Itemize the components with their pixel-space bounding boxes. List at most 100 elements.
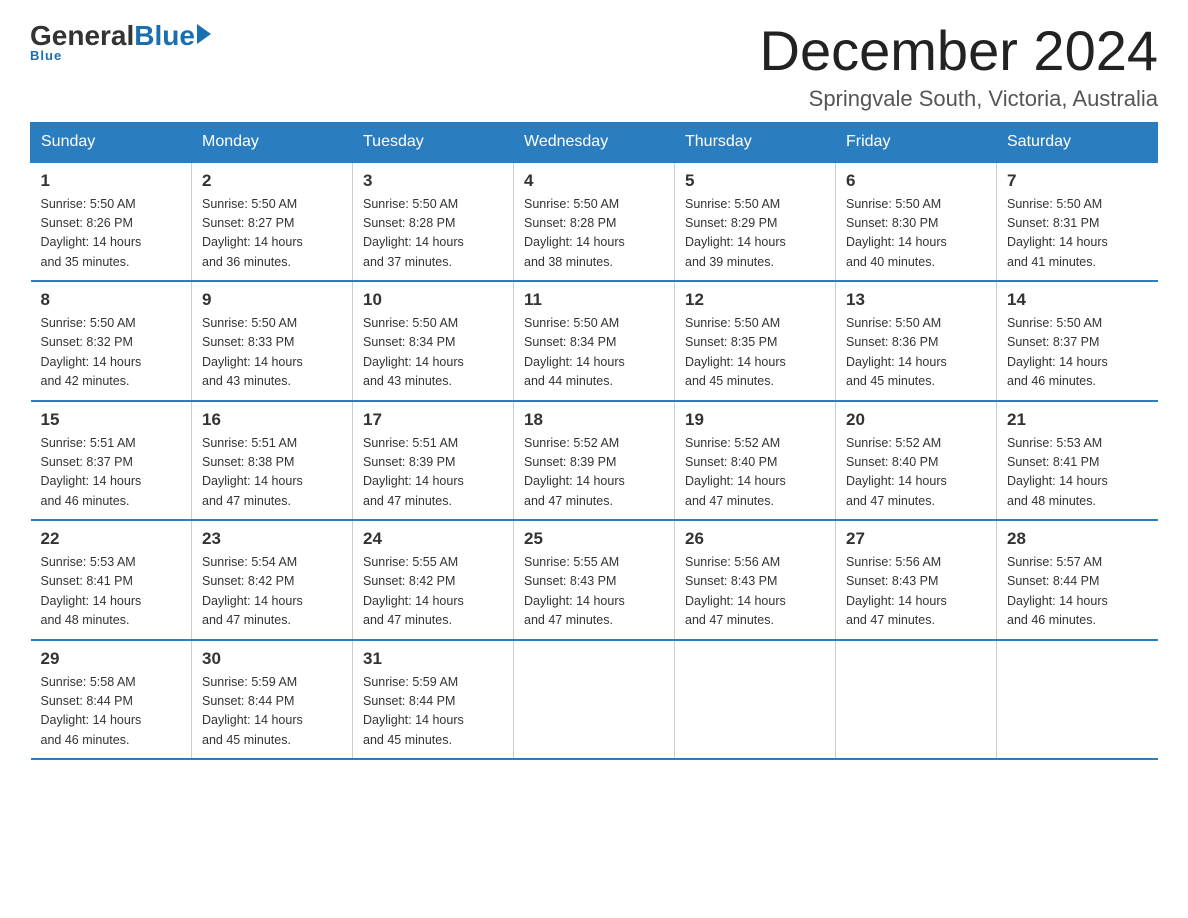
day-number: 18: [524, 410, 664, 430]
location-title: Springvale South, Victoria, Australia: [760, 86, 1158, 112]
calendar-cell: 14 Sunrise: 5:50 AMSunset: 8:37 PMDayligh…: [997, 281, 1158, 401]
calendar-week-row: 15Sunrise: 5:51 AMSunset: 8:37 PMDayligh…: [31, 401, 1158, 521]
day-number: 3: [363, 171, 503, 191]
day-info: Sunrise: 5:50 AMSunset: 8:33 PMDaylight:…: [202, 314, 342, 392]
calendar-cell: 22Sunrise: 5:53 AMSunset: 8:41 PMDayligh…: [31, 520, 192, 640]
weekday-header-monday: Monday: [192, 122, 353, 162]
day-number: 31: [363, 649, 503, 669]
day-info: Sunrise: 5:50 AMSunset: 8:28 PMDaylight:…: [363, 195, 503, 273]
day-number: 1: [41, 171, 182, 191]
day-info: Sunrise: 5:54 AMSunset: 8:42 PMDaylight:…: [202, 553, 342, 631]
day-info: Sunrise: 5:57 AMSunset: 8:44 PMDaylight:…: [1007, 553, 1148, 631]
day-info: Sunrise: 5:59 AMSunset: 8:44 PMDaylight:…: [202, 673, 342, 751]
day-info: Sunrise: 5:50 AMSunset: 8:31 PMDaylight:…: [1007, 195, 1148, 273]
day-number: 30: [202, 649, 342, 669]
day-number: 16: [202, 410, 342, 430]
day-number: 27: [846, 529, 986, 549]
logo-underline: Blue: [30, 48, 62, 63]
calendar-cell: 18Sunrise: 5:52 AMSunset: 8:39 PMDayligh…: [514, 401, 675, 521]
page-header: General Blue Blue December 2024 Springva…: [30, 20, 1158, 112]
day-number: 25: [524, 529, 664, 549]
day-info: Sunrise: 5:53 AMSunset: 8:41 PMDaylight:…: [41, 553, 182, 631]
calendar-week-row: 8 Sunrise: 5:50 AMSunset: 8:32 PMDaylight…: [31, 281, 1158, 401]
day-info: Sunrise: 5:50 AMSunset: 8:35 PMDaylight:…: [685, 314, 825, 392]
weekday-header-sunday: Sunday: [31, 122, 192, 162]
day-info: Sunrise: 5:55 AMSunset: 8:43 PMDaylight:…: [524, 553, 664, 631]
day-number: 2: [202, 171, 342, 191]
weekday-header-friday: Friday: [836, 122, 997, 162]
calendar-cell: 27 Sunrise: 5:56 AMSunset: 8:43 PMDayligh…: [836, 520, 997, 640]
day-info: Sunrise: 5:51 AMSunset: 8:37 PMDaylight:…: [41, 434, 182, 512]
calendar-cell: 11Sunrise: 5:50 AMSunset: 8:34 PMDayligh…: [514, 281, 675, 401]
calendar-cell: 28 Sunrise: 5:57 AMSunset: 8:44 PMDayligh…: [997, 520, 1158, 640]
day-number: 8: [41, 290, 182, 310]
day-number: 6: [846, 171, 986, 191]
calendar-cell: [836, 640, 997, 760]
logo-blue-text: Blue: [134, 20, 195, 52]
day-info: Sunrise: 5:58 AMSunset: 8:44 PMDaylight:…: [41, 673, 182, 751]
calendar-cell: 1 Sunrise: 5:50 AMSunset: 8:26 PMDaylight…: [31, 162, 192, 282]
day-info: Sunrise: 5:50 AMSunset: 8:29 PMDaylight:…: [685, 195, 825, 273]
calendar-cell: 4 Sunrise: 5:50 AMSunset: 8:28 PMDaylight…: [514, 162, 675, 282]
calendar-cell: 9 Sunrise: 5:50 AMSunset: 8:33 PMDaylight…: [192, 281, 353, 401]
calendar-cell: [514, 640, 675, 760]
weekday-header-saturday: Saturday: [997, 122, 1158, 162]
calendar-cell: 29 Sunrise: 5:58 AMSunset: 8:44 PMDayligh…: [31, 640, 192, 760]
day-number: 21: [1007, 410, 1148, 430]
calendar-cell: 19 Sunrise: 5:52 AMSunset: 8:40 PMDayligh…: [675, 401, 836, 521]
calendar-body: 1 Sunrise: 5:50 AMSunset: 8:26 PMDaylight…: [31, 162, 1158, 760]
day-number: 17: [363, 410, 503, 430]
day-number: 13: [846, 290, 986, 310]
day-number: 10: [363, 290, 503, 310]
calendar-cell: 26 Sunrise: 5:56 AMSunset: 8:43 PMDayligh…: [675, 520, 836, 640]
calendar-cell: 7 Sunrise: 5:50 AMSunset: 8:31 PMDaylight…: [997, 162, 1158, 282]
weekday-header-wednesday: Wednesday: [514, 122, 675, 162]
day-info: Sunrise: 5:59 AMSunset: 8:44 PMDaylight:…: [363, 673, 503, 751]
weekday-header-tuesday: Tuesday: [353, 122, 514, 162]
day-info: Sunrise: 5:50 AMSunset: 8:36 PMDaylight:…: [846, 314, 986, 392]
calendar-table: SundayMondayTuesdayWednesdayThursdayFrid…: [30, 122, 1158, 761]
calendar-cell: 13 Sunrise: 5:50 AMSunset: 8:36 PMDayligh…: [836, 281, 997, 401]
calendar-week-row: 1 Sunrise: 5:50 AMSunset: 8:26 PMDaylight…: [31, 162, 1158, 282]
day-info: Sunrise: 5:50 AMSunset: 8:37 PMDaylight:…: [1007, 314, 1148, 392]
day-number: 28: [1007, 529, 1148, 549]
calendar-cell: 8 Sunrise: 5:50 AMSunset: 8:32 PMDaylight…: [31, 281, 192, 401]
day-number: 20: [846, 410, 986, 430]
calendar-header: SundayMondayTuesdayWednesdayThursdayFrid…: [31, 122, 1158, 162]
day-number: 24: [363, 529, 503, 549]
day-info: Sunrise: 5:51 AMSunset: 8:38 PMDaylight:…: [202, 434, 342, 512]
calendar-cell: 20 Sunrise: 5:52 AMSunset: 8:40 PMDayligh…: [836, 401, 997, 521]
logo: General Blue Blue: [30, 20, 211, 63]
calendar-cell: [997, 640, 1158, 760]
day-info: Sunrise: 5:52 AMSunset: 8:40 PMDaylight:…: [685, 434, 825, 512]
day-number: 5: [685, 171, 825, 191]
day-info: Sunrise: 5:56 AMSunset: 8:43 PMDaylight:…: [846, 553, 986, 631]
calendar-cell: 30 Sunrise: 5:59 AMSunset: 8:44 PMDayligh…: [192, 640, 353, 760]
day-number: 14: [1007, 290, 1148, 310]
calendar-cell: 21 Sunrise: 5:53 AMSunset: 8:41 PMDayligh…: [997, 401, 1158, 521]
day-info: Sunrise: 5:50 AMSunset: 8:26 PMDaylight:…: [41, 195, 182, 273]
calendar-cell: [675, 640, 836, 760]
day-info: Sunrise: 5:50 AMSunset: 8:28 PMDaylight:…: [524, 195, 664, 273]
calendar-week-row: 29 Sunrise: 5:58 AMSunset: 8:44 PMDayligh…: [31, 640, 1158, 760]
title-block: December 2024 Springvale South, Victoria…: [760, 20, 1158, 112]
weekday-header-row: SundayMondayTuesdayWednesdayThursdayFrid…: [31, 122, 1158, 162]
calendar-cell: 15Sunrise: 5:51 AMSunset: 8:37 PMDayligh…: [31, 401, 192, 521]
day-info: Sunrise: 5:50 AMSunset: 8:32 PMDaylight:…: [41, 314, 182, 392]
day-info: Sunrise: 5:50 AMSunset: 8:34 PMDaylight:…: [363, 314, 503, 392]
logo-triangle-icon: [197, 24, 211, 44]
day-info: Sunrise: 5:53 AMSunset: 8:41 PMDaylight:…: [1007, 434, 1148, 512]
day-number: 7: [1007, 171, 1148, 191]
calendar-cell: 24Sunrise: 5:55 AMSunset: 8:42 PMDayligh…: [353, 520, 514, 640]
day-info: Sunrise: 5:52 AMSunset: 8:40 PMDaylight:…: [846, 434, 986, 512]
day-info: Sunrise: 5:56 AMSunset: 8:43 PMDaylight:…: [685, 553, 825, 631]
calendar-cell: 5 Sunrise: 5:50 AMSunset: 8:29 PMDaylight…: [675, 162, 836, 282]
day-number: 26: [685, 529, 825, 549]
day-number: 29: [41, 649, 182, 669]
day-number: 4: [524, 171, 664, 191]
calendar-cell: 6Sunrise: 5:50 AMSunset: 8:30 PMDaylight…: [836, 162, 997, 282]
calendar-cell: 17Sunrise: 5:51 AMSunset: 8:39 PMDayligh…: [353, 401, 514, 521]
calendar-cell: 2Sunrise: 5:50 AMSunset: 8:27 PMDaylight…: [192, 162, 353, 282]
day-number: 19: [685, 410, 825, 430]
day-number: 9: [202, 290, 342, 310]
